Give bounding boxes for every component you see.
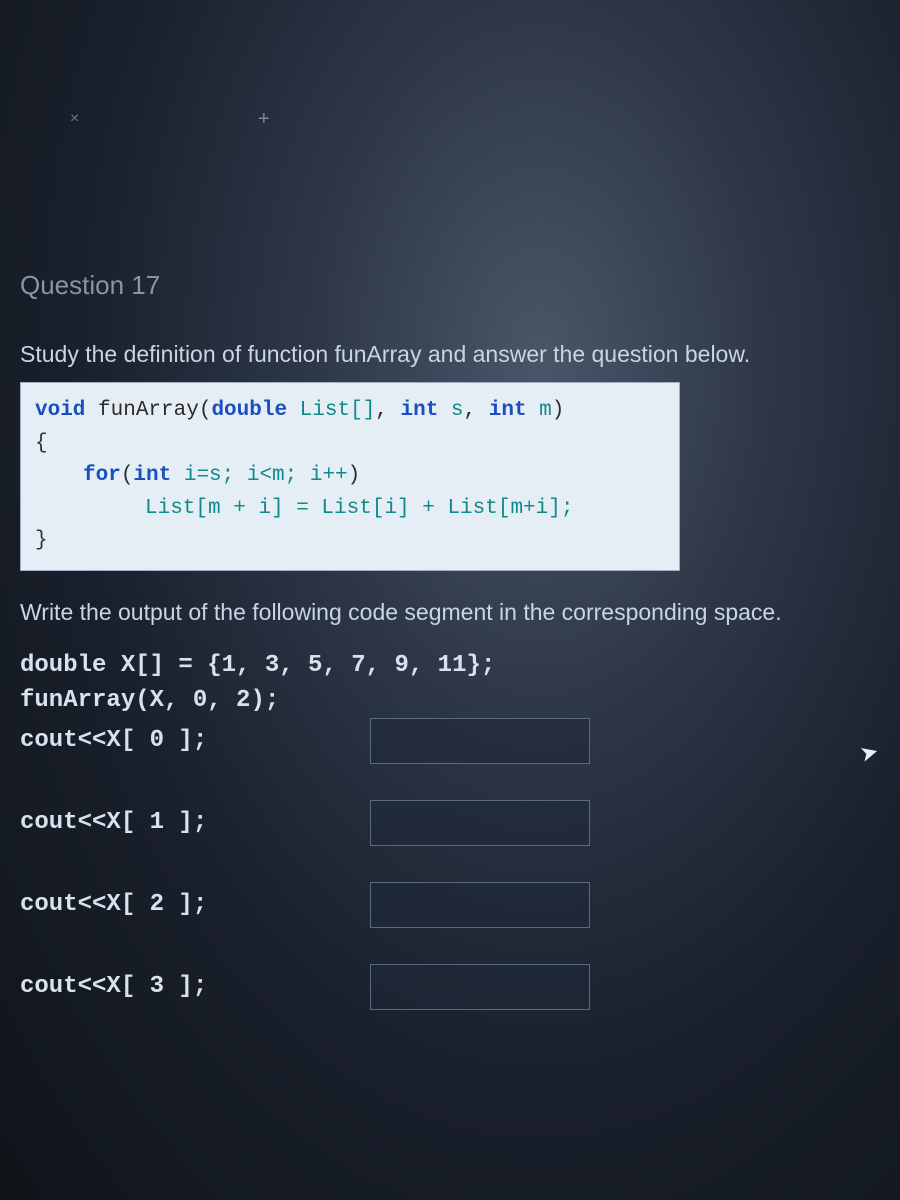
for-open: ( (121, 464, 134, 487)
cout-label-2: cout<<X[ 2 ]; (20, 891, 370, 918)
cout-label-1: cout<<X[ 1 ]; (20, 809, 370, 836)
cout-label-3: cout<<X[ 3 ]; (20, 973, 370, 1000)
question-content: Question 17 Study the definition of func… (20, 270, 880, 1046)
comma-1: , (375, 399, 400, 422)
param-m: m (527, 399, 552, 422)
paren-close: ) (552, 399, 565, 422)
kw-for: for (83, 464, 121, 487)
code-definition-block: void funArray(double List[], int s, int … (20, 382, 680, 571)
new-tab-plus[interactable]: + (258, 108, 270, 131)
answer-input-x0[interactable] (370, 718, 590, 764)
kw-int-2: int (489, 399, 527, 422)
question-intro: Study the definition of function funArra… (20, 341, 880, 368)
fn-name: funArray (85, 399, 198, 422)
kw-void: void (35, 399, 85, 422)
snippet-line-1: double X[] = {1, 3, 5, 7, 9, 11}; (20, 652, 880, 679)
cout-label-0: cout<<X[ 0 ]; (20, 727, 370, 754)
param-s: s (438, 399, 463, 422)
param-list: List[] (287, 399, 375, 422)
question-title: Question 17 (20, 270, 880, 301)
answer-input-x3[interactable] (370, 964, 590, 1010)
rbrace: } (35, 525, 665, 558)
tab-close-hint: × (70, 110, 80, 128)
lbrace: { (35, 428, 665, 461)
kw-double: double (211, 399, 287, 422)
output-prompt: Write the output of the following code s… (20, 599, 880, 626)
answer-input-x2[interactable] (370, 882, 590, 928)
answer-input-x1[interactable] (370, 800, 590, 846)
kw-int-1: int (401, 399, 439, 422)
for-close: ) (348, 464, 361, 487)
for-cond: i=s; i<m; i++ (171, 464, 347, 487)
comma-2: , (464, 399, 489, 422)
quiz-screen: × + Question 17 Study the definition of … (0, 0, 900, 1200)
snippet-line-2: funArray(X, 0, 2); (20, 687, 880, 714)
for-body: List[m + i] = List[i] + List[m+i]; (145, 497, 573, 520)
kw-int-for: int (133, 464, 171, 487)
paren-open: ( (199, 399, 212, 422)
